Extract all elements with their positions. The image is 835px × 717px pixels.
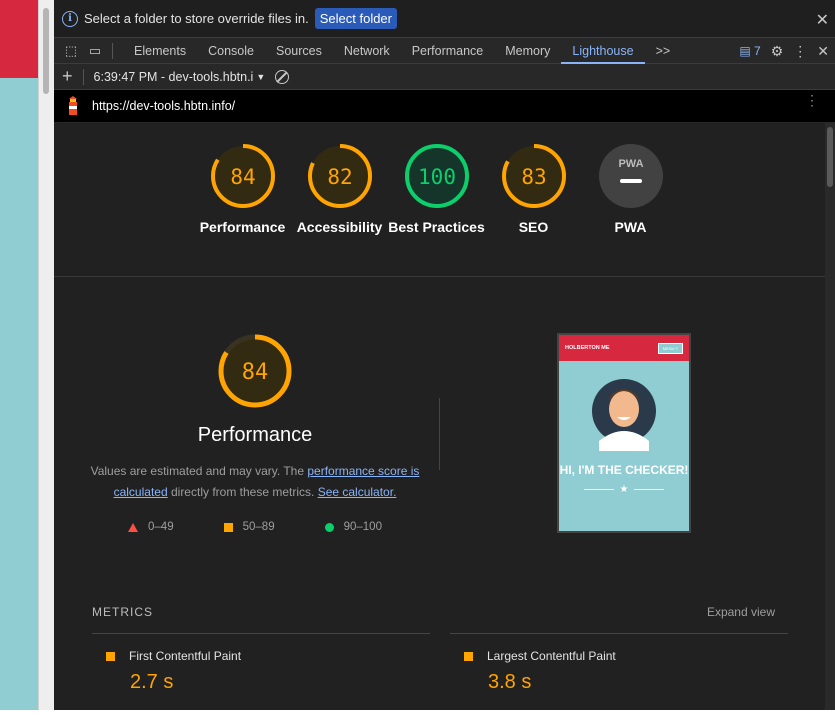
screenshot-divider: ★	[559, 484, 689, 495]
gauge-score: 82	[327, 165, 352, 189]
settings-gear-icon[interactable]: ⚙	[771, 43, 784, 60]
legend-average: 50–89	[223, 521, 275, 533]
page-header-strip	[0, 0, 38, 78]
square-icon	[106, 651, 115, 661]
gauges-divider	[54, 276, 825, 277]
score-gauges: 84 Performance 82 Accessibility 100 Best Prac…	[194, 143, 679, 237]
metric-name: First Contentful Paint	[129, 649, 242, 663]
metric-lcp: Largest Contentful Paint 3.8 s	[464, 649, 616, 694]
bottom-edge	[0, 710, 835, 717]
metric-fcp: First Contentful Paint 2.7 s	[106, 649, 241, 694]
legend-pass: 90–100	[324, 521, 382, 533]
desc-text: directly from these metrics.	[167, 485, 318, 499]
close-icon[interactable]: ✕	[816, 10, 829, 30]
issues-count: 7	[754, 44, 761, 58]
performance-section: 84 Performance Values are estimated and …	[84, 333, 426, 533]
gauge-label: Performance	[199, 219, 286, 235]
metric-value: 2.7 s	[130, 671, 174, 693]
chevron-down-icon[interactable]: ▼	[256, 72, 265, 82]
gauge-label: Best Practices	[388, 219, 485, 235]
report-scrollbar[interactable]	[825, 123, 835, 717]
toolbar-separator	[112, 42, 113, 59]
tab-performance[interactable]: Performance	[401, 38, 495, 64]
screen: i Select a folder to store override file…	[0, 0, 835, 717]
new-report-icon[interactable]: +	[62, 66, 73, 87]
infobar-message: Select a folder to store override files …	[84, 11, 309, 26]
devtools-tabbar: ⬚ ▭ Elements Console Sources Network Per…	[54, 38, 835, 64]
report-url[interactable]: https://dev-tools.hbtn.info/	[92, 99, 235, 113]
close-devtools-icon[interactable]: ✕	[817, 43, 829, 60]
gauge-best-practices[interactable]: 100 Best Practices	[388, 143, 485, 237]
metrics-heading: METRICS	[92, 605, 153, 619]
metrics-divider	[450, 633, 788, 634]
gauge-label: PWA	[614, 219, 647, 235]
inspect-element-icon[interactable]: ⬚	[64, 43, 78, 58]
scrollbar-thumb[interactable]	[43, 8, 49, 94]
gauge-accessibility[interactable]: 82 Accessibility	[291, 143, 388, 237]
tab-sources[interactable]: Sources	[265, 38, 333, 64]
override-infobar: i Select a folder to store override file…	[54, 0, 835, 38]
issues-badge[interactable]: ▤ 7	[739, 44, 760, 58]
page-preview-strip	[0, 0, 38, 717]
performance-description: Values are estimated and may vary. The p…	[84, 461, 426, 503]
screenshot-brand: HOLBERTON ME	[565, 345, 610, 351]
tab-lighthouse[interactable]: Lighthouse	[561, 38, 645, 64]
tab-elements[interactable]: Elements	[123, 38, 197, 64]
screenshot-header: HOLBERTON ME MENU ≡	[559, 335, 689, 361]
info-icon: i	[62, 10, 78, 27]
section-divider	[439, 398, 440, 470]
report-select[interactable]: 6:39:47 PM - dev-tools.hbtn.i	[94, 70, 254, 84]
screenshot-hero-text: HI, I'M THE CHECKER!	[559, 463, 689, 477]
legend-label: 0–49	[148, 521, 174, 533]
score-legend: 0–49 50–89 90–100	[84, 521, 426, 533]
circle-icon	[324, 522, 334, 532]
gauge-score: 100	[418, 165, 456, 189]
toolbar-separator	[82, 68, 84, 85]
performance-title: Performance	[197, 424, 313, 446]
report-url-bar: https://dev-tools.hbtn.info/ ⋮	[54, 90, 835, 122]
final-screenshot[interactable]: HOLBERTON ME MENU ≡ HI, I'M THE CHECKER!…	[557, 333, 691, 533]
gauge-label: SEO	[518, 219, 549, 235]
performance-gauge: 84	[218, 334, 292, 408]
expand-view-button[interactable]: Expand view	[707, 605, 775, 619]
select-folder-button[interactable]: Select folder	[314, 8, 397, 29]
gauge-label: Accessibility	[296, 219, 383, 235]
square-icon	[464, 651, 473, 661]
more-options-icon[interactable]: ⋮	[793, 43, 807, 60]
performance-score: 84	[242, 360, 269, 385]
metric-name: Largest Contentful Paint	[487, 649, 616, 663]
lighthouse-report: 84 Performance 82 Accessibility 100 Best Prac…	[54, 123, 835, 717]
pwa-badge-text: PWA	[618, 158, 643, 170]
report-toolbar: + 6:39:47 PM - dev-tools.hbtn.i ▼	[54, 64, 835, 90]
report-menu-icon[interactable]: ⋮	[805, 93, 819, 107]
gauge-score: 83	[521, 165, 546, 189]
star-icon: ★	[619, 484, 629, 495]
tab-console[interactable]: Console	[197, 38, 265, 64]
tab-memory[interactable]: Memory	[494, 38, 561, 64]
avatar-illustration	[592, 379, 656, 451]
gauge-performance[interactable]: 84 Performance	[194, 143, 291, 237]
page-scrollbar[interactable]	[38, 0, 54, 717]
square-icon	[223, 522, 233, 532]
desc-text: Values are estimated and may vary. The	[90, 464, 308, 478]
triangle-icon	[128, 522, 139, 532]
gauge-score: 84	[230, 165, 255, 189]
gauge-seo[interactable]: 83 SEO	[485, 143, 582, 237]
see-calculator-link[interactable]: See calculator.	[318, 485, 397, 499]
scrollbar-thumb[interactable]	[827, 127, 833, 187]
metrics-divider	[92, 633, 430, 634]
metric-value: 3.8 s	[488, 671, 532, 693]
device-toolbar-icon[interactable]: ▭	[88, 43, 102, 58]
more-tabs-button[interactable]: >>	[645, 38, 682, 64]
legend-fail: 0–49	[128, 521, 174, 533]
legend-label: 90–100	[343, 521, 382, 533]
tab-network[interactable]: Network	[333, 38, 401, 64]
lighthouse-icon	[66, 96, 80, 116]
clear-reports-icon[interactable]	[275, 69, 290, 84]
screenshot-menu: MENU ≡	[657, 342, 683, 354]
legend-label: 50–89	[242, 521, 275, 533]
gauge-pwa[interactable]: PWA PWA	[582, 143, 679, 237]
devtools-panel: i Select a folder to store override file…	[54, 0, 835, 717]
toolbar-right: ▤ 7 ⚙ ⋮ ✕	[739, 38, 835, 64]
